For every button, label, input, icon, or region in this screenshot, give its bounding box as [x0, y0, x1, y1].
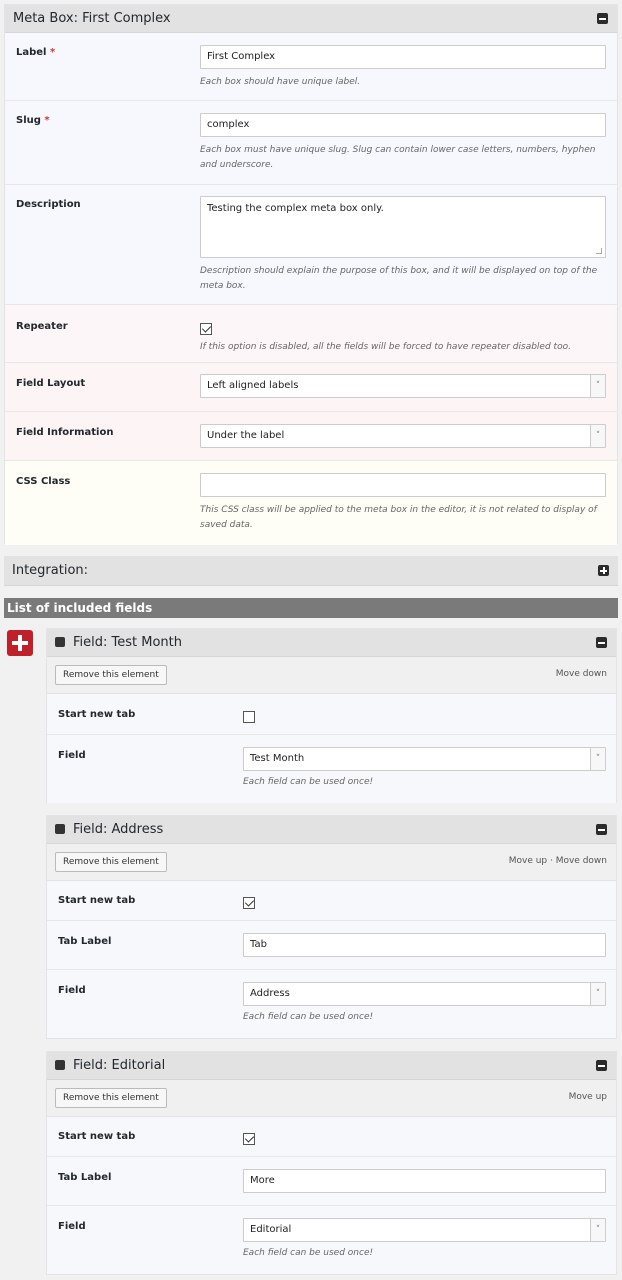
integration-panel: Integration: — [4, 556, 618, 586]
tab-label-row: Tab Label More — [47, 1157, 616, 1206]
remove-element-button[interactable]: Remove this element — [55, 1088, 167, 1108]
field-actions: Remove this element Move up · Move down — [47, 844, 616, 881]
field-information-label: Field Information — [16, 427, 114, 438]
meta-box-title: Meta Box: First Complex — [13, 11, 171, 26]
remove-element-button[interactable]: Remove this element — [55, 852, 167, 872]
field-select-row: Field Test Month Each field can be used … — [47, 735, 616, 803]
label-row: Label * First Complex Each box should ha… — [5, 33, 617, 101]
slug-input[interactable]: complex — [200, 113, 606, 137]
field-header[interactable]: Field: Address — [47, 816, 616, 844]
label-help: Each box should have unique label. — [200, 77, 361, 87]
move-up-link[interactable]: Move up — [569, 1092, 607, 1102]
field-help: Each field can be used once! — [243, 1012, 374, 1022]
start-new-tab-row: Start new tab — [47, 881, 616, 921]
field-layout-row: Field Layout Left aligned labels — [5, 363, 617, 412]
start-new-tab-checkbox[interactable] — [243, 1133, 255, 1145]
field-select-row: Field Editorial Each field can be used o… — [47, 1206, 616, 1274]
drag-handle-icon[interactable] — [55, 824, 65, 834]
slug-row: Slug * complex Each box must have unique… — [5, 101, 617, 185]
start-new-tab-row: Start new tab — [47, 694, 616, 735]
meta-box-panel: Meta Box: First Complex Label * First Co… — [4, 4, 618, 545]
field-panel-test-month: Field: Test Month Remove this element Mo… — [46, 628, 617, 803]
move-links[interactable]: Move up · Move down — [509, 856, 607, 866]
css-class-input[interactable] — [200, 473, 606, 497]
description-row: Description Testing the complex meta box… — [5, 185, 617, 305]
field-information-row: Field Information Under the label — [5, 412, 617, 461]
label-field-label: Label * — [16, 47, 56, 58]
meta-box-header[interactable]: Meta Box: First Complex — [5, 5, 617, 33]
field-select-row: Field Address Each field can be used onc… — [47, 970, 616, 1038]
field-header[interactable]: Field: Test Month — [47, 629, 616, 657]
start-new-tab-label: Start new tab — [58, 895, 136, 906]
integration-title: Integration: — [12, 563, 89, 578]
add-field-button[interactable] — [7, 630, 33, 656]
move-down-link[interactable]: Move down — [556, 669, 607, 679]
field-select[interactable]: Editorial — [243, 1218, 606, 1242]
field-select[interactable]: Address — [243, 982, 606, 1006]
drag-handle-icon[interactable] — [55, 1060, 65, 1070]
field-layout-select[interactable]: Left aligned labels — [200, 374, 606, 398]
start-new-tab-row: Start new tab — [47, 1117, 616, 1157]
repeater-checkbox[interactable] — [200, 323, 212, 335]
field-help: Each field can be used once! — [243, 1248, 374, 1258]
start-new-tab-checkbox[interactable] — [243, 711, 255, 723]
field-select[interactable]: Test Month — [243, 747, 606, 771]
css-class-row: CSS Class This CSS class will be applied… — [5, 461, 617, 545]
field-title: Field: Test Month — [73, 635, 182, 650]
field-help: Each field can be used once! — [243, 777, 374, 787]
collapse-icon[interactable] — [596, 824, 607, 835]
tab-label-label: Tab Label — [58, 936, 112, 947]
field-panel-editorial: Field: Editorial Remove this element Mov… — [46, 1051, 617, 1275]
tab-label-row: Tab Label Tab — [47, 921, 616, 970]
css-class-label: CSS Class — [16, 476, 71, 487]
slug-field-label: Slug * — [16, 115, 50, 126]
field-title: Field: Editorial — [73, 1058, 166, 1073]
field-label: Field — [58, 750, 86, 761]
repeater-row: Repeater If this option is disabled, all… — [5, 305, 617, 363]
integration-header[interactable]: Integration: — [4, 556, 618, 586]
collapse-icon[interactable] — [597, 13, 608, 24]
start-new-tab-checkbox[interactable] — [243, 897, 255, 909]
remove-element-button[interactable]: Remove this element — [55, 665, 167, 685]
description-textarea[interactable]: Testing the complex meta box only. — [200, 196, 606, 258]
description-help: Description should explain the purpose o… — [200, 266, 598, 291]
tab-label-label: Tab Label — [58, 1172, 112, 1183]
start-new-tab-label: Start new tab — [58, 709, 136, 720]
start-new-tab-label: Start new tab — [58, 1131, 136, 1142]
field-title: Field: Address — [73, 822, 164, 837]
drag-handle-icon[interactable] — [55, 637, 65, 647]
tab-label-input[interactable]: Tab — [243, 933, 606, 957]
field-header[interactable]: Field: Editorial — [47, 1052, 616, 1080]
css-class-help: This CSS class will be applied to the me… — [200, 505, 597, 530]
label-input[interactable]: First Complex — [200, 45, 606, 69]
description-field-label: Description — [16, 199, 81, 210]
slug-help: Each box must have unique slug. Slug can… — [200, 145, 596, 170]
field-panel-address: Field: Address Remove this element Move … — [46, 815, 617, 1039]
collapse-icon[interactable] — [596, 1060, 607, 1071]
field-label: Field — [58, 1221, 86, 1232]
repeater-help: If this option is disabled, all the fiel… — [200, 342, 571, 352]
field-actions: Remove this element Move down — [47, 657, 616, 694]
expand-icon[interactable] — [598, 565, 609, 576]
field-information-select[interactable]: Under the label — [200, 424, 606, 448]
tab-label-input[interactable]: More — [243, 1169, 606, 1193]
collapse-icon[interactable] — [596, 637, 607, 648]
field-label: Field — [58, 985, 86, 996]
repeater-field-label: Repeater — [16, 321, 68, 332]
fields-section-title: List of included fields — [4, 598, 618, 618]
field-actions: Remove this element Move up — [47, 1080, 616, 1117]
field-layout-label: Field Layout — [16, 378, 86, 389]
